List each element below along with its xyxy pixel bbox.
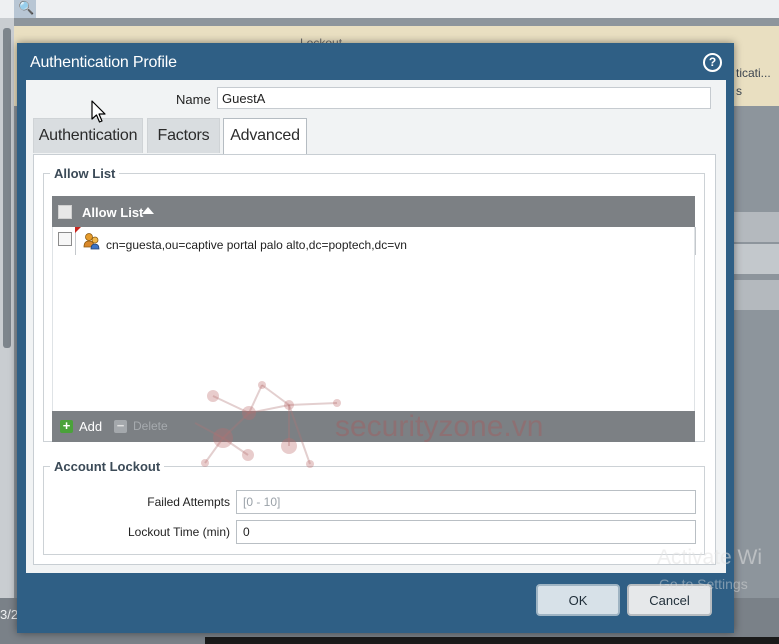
add-icon[interactable]: +	[60, 419, 73, 433]
delete-icon: −	[114, 419, 127, 433]
modified-flag-icon	[75, 227, 81, 233]
dialog-title: Authentication Profile	[30, 54, 177, 71]
dialog-body: Name GuestA Authentication Factors Advan…	[26, 80, 726, 573]
row-checkbox[interactable]	[58, 232, 72, 246]
delete-button: Delete	[133, 419, 168, 433]
column-divider	[695, 227, 696, 255]
mouse-cursor-icon	[91, 100, 106, 123]
failed-attempts-label: Failed Attempts	[147, 495, 230, 509]
allow-list-section: Allow List Allow List cn=guesta,ou=capti…	[43, 166, 705, 442]
name-input[interactable]: GuestA	[217, 87, 711, 109]
activate-windows-watermark: Activate Wi	[657, 546, 763, 569]
go-to-settings-watermark: Go to Settings	[659, 576, 748, 592]
authentication-profile-dialog: Authentication Profile ? Name GuestA Aut…	[17, 43, 734, 633]
allow-list-entry: cn=guesta,ou=captive portal palo alto,dc…	[106, 238, 407, 252]
background-column-text: ticati...	[736, 66, 771, 80]
user-group-icon	[83, 233, 100, 250]
allow-list-toolbar: + Add − Delete	[52, 411, 695, 442]
tab-factors[interactable]: Factors	[147, 118, 220, 153]
tab-advanced[interactable]: Advanced	[223, 118, 307, 155]
background-row	[734, 280, 779, 310]
lockout-time-input[interactable]: 0	[236, 520, 696, 544]
allow-list-grid-header: Allow List	[52, 196, 695, 227]
table-row[interactable]: cn=guesta,ou=captive portal palo alto,dc…	[53, 227, 696, 255]
name-label: Name	[176, 92, 211, 107]
background-column-text-2: s	[736, 84, 742, 98]
search-icon[interactable]: 🔍	[18, 0, 34, 16]
allow-list-section-title: Allow List	[54, 166, 116, 181]
allow-list-grid: cn=guesta,ou=captive portal palo alto,dc…	[52, 227, 696, 411]
add-button[interactable]: Add	[79, 419, 102, 434]
help-icon[interactable]: ?	[703, 53, 722, 72]
advanced-tab-panel: Allow List Allow List cn=guesta,ou=capti…	[33, 154, 716, 565]
tab-authentication[interactable]: Authentication	[33, 118, 143, 153]
lockout-time-label: Lockout Time (min)	[127, 525, 230, 539]
allow-list-column-header[interactable]: Allow List	[82, 205, 143, 220]
account-lockout-section-title: Account Lockout	[54, 459, 161, 474]
left-scrollbar-thumb[interactable]	[3, 28, 11, 348]
ok-button[interactable]: OK	[536, 584, 620, 616]
failed-attempts-input[interactable]: [0 - 10]	[236, 490, 696, 514]
background-row	[734, 212, 779, 242]
background-row	[734, 244, 779, 274]
top-bar	[0, 0, 779, 18]
background-page-number: 3/2	[0, 607, 19, 622]
taskbar	[205, 637, 779, 644]
sort-ascending-icon[interactable]	[142, 207, 154, 214]
account-lockout-section: Account Lockout Failed Attempts [0 - 10]…	[43, 459, 705, 555]
select-all-checkbox[interactable]	[58, 205, 72, 219]
